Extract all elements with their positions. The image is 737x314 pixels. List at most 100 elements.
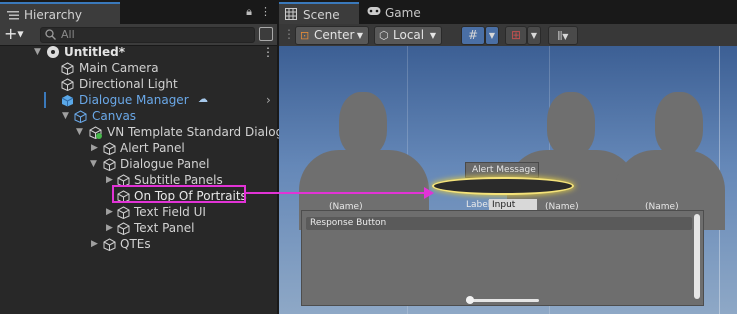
gameobject-cube-icon bbox=[117, 206, 130, 220]
tree-item-dialogue-panel[interactable]: ▼ Dialogue Panel bbox=[0, 156, 277, 172]
horizontal-slider[interactable] bbox=[466, 299, 539, 302]
chevron-down-icon: ▼ bbox=[17, 29, 24, 39]
pivot-local-dropdown[interactable]: ⬡ Local ▼ bbox=[374, 26, 442, 45]
expand-arrow-icon[interactable]: ▼ bbox=[90, 156, 97, 172]
local-cube-icon: ⬡ bbox=[379, 29, 389, 42]
annotation-highlight-box bbox=[112, 185, 246, 203]
tree-item-text-field-ui[interactable]: ▶ Text Field UI bbox=[0, 204, 277, 220]
unity-scene-icon bbox=[46, 45, 59, 58]
slider-handle[interactable] bbox=[466, 296, 474, 304]
more-options-icon[interactable]: ⋮ bbox=[262, 44, 274, 60]
gameobject-cube-icon bbox=[61, 62, 74, 76]
pivot-label: Center bbox=[314, 28, 355, 42]
tree-item-label: Dialogue Manager bbox=[79, 93, 189, 107]
tab-label: Game bbox=[385, 6, 421, 20]
chevron-down-icon: ▼ bbox=[488, 31, 496, 40]
input-label: Label bbox=[466, 200, 491, 210]
drag-handle-icon: ⋮ bbox=[283, 27, 295, 41]
tree-item-label: Text Panel bbox=[134, 221, 195, 235]
pivot-icon: ⊡ bbox=[300, 29, 310, 42]
tree-item-label: Main Camera bbox=[79, 61, 159, 75]
annotation-arrow-line bbox=[246, 192, 426, 194]
gameobject-cube-icon bbox=[74, 110, 87, 124]
chevron-down-icon: ▼ bbox=[429, 31, 436, 40]
space-label: Local bbox=[393, 28, 425, 42]
grid-snap-dropdown[interactable]: ▼ bbox=[485, 26, 499, 45]
tab-game[interactable]: Game bbox=[361, 2, 431, 24]
tree-item-vn-template[interactable]: ▼ VN Template Standard Dialogue bbox=[0, 124, 298, 140]
response-button[interactable]: Response Button bbox=[306, 217, 692, 230]
expand-arrow-icon[interactable]: ▼ bbox=[34, 44, 41, 60]
tree-item-qtes[interactable]: ▶ QTEs bbox=[0, 236, 277, 252]
chevron-down-icon: ▼ bbox=[356, 31, 363, 40]
collapse-arrow-icon[interactable]: ▶ bbox=[91, 140, 98, 156]
collapse-arrow-icon[interactable]: ▶ bbox=[91, 236, 98, 252]
tree-item-main-camera[interactable]: Main Camera bbox=[0, 60, 277, 76]
scene-toolbar: ⋮ ⊡ Center ▼ ⬡ Local ▼ # ▼ ⊞ ▼ ⫼▼ bbox=[279, 24, 737, 46]
increment-snap-dropdown[interactable]: ▼ bbox=[527, 26, 541, 45]
tab-label: Hierarchy bbox=[24, 8, 83, 22]
vertical-scrollbar[interactable] bbox=[694, 214, 700, 299]
collapse-arrow-icon[interactable]: ▶ bbox=[106, 220, 113, 236]
tree-item-label: Dialogue Panel bbox=[120, 157, 210, 171]
hierarchy-panel: Hierarchy 🔒︎ ⋮ +▼ All ▼ Untitled* ⋮ Main… bbox=[0, 0, 298, 314]
chevron-right-icon[interactable]: › bbox=[266, 92, 271, 108]
search-icon bbox=[45, 29, 56, 44]
pivot-center-dropdown[interactable]: ⊡ Center ▼ bbox=[295, 26, 369, 45]
tab-scene[interactable]: Scene bbox=[279, 2, 359, 24]
prefab-cube-icon bbox=[61, 94, 74, 107]
tab-controls: 🔒︎ ⋮ bbox=[246, 5, 271, 19]
list-icon bbox=[7, 9, 19, 23]
alert-message-box[interactable]: Alert Message bbox=[465, 162, 539, 178]
more-options-icon[interactable]: ⋮ bbox=[260, 5, 271, 19]
hierarchy-tabbar: Hierarchy 🔒︎ ⋮ bbox=[0, 0, 277, 24]
tree-item-label: Canvas bbox=[92, 109, 137, 123]
increment-snap-button[interactable]: ⊞ bbox=[505, 26, 527, 45]
gamepad-icon bbox=[367, 6, 381, 19]
search-placeholder: All bbox=[61, 28, 75, 41]
scene-visibility-icon[interactable] bbox=[259, 27, 273, 41]
grid-visibility-button[interactable]: ⫼▼ bbox=[548, 26, 578, 45]
scene-viewport[interactable]: (Name) (Name) (Name) Alert Message Label… bbox=[279, 46, 737, 314]
tree-item-label: Alert Panel bbox=[120, 141, 185, 155]
tree-item-label: Text Field UI bbox=[134, 205, 206, 219]
prefab-variant-icon bbox=[89, 126, 102, 140]
tab-hierarchy[interactable]: Hierarchy bbox=[0, 2, 120, 24]
grid-snap-icon: # bbox=[467, 28, 479, 42]
tree-item-directional-light[interactable]: Directional Light bbox=[0, 76, 277, 92]
lock-icon[interactable]: 🔒︎ bbox=[246, 5, 252, 19]
tree-item-untitled[interactable]: ▼ Untitled* ⋮ bbox=[0, 44, 277, 60]
tree-item-text-panel[interactable]: ▶ Text Panel bbox=[0, 220, 277, 236]
chevron-down-icon: ▼ bbox=[562, 32, 569, 41]
add-button[interactable]: +▼ bbox=[4, 26, 36, 44]
expand-arrow-icon[interactable]: ▼ bbox=[62, 108, 69, 124]
tree-item-label: Untitled* bbox=[64, 45, 125, 59]
gameobject-cube-icon bbox=[103, 158, 116, 172]
chevron-down-icon: ▼ bbox=[530, 31, 538, 40]
plus-icon: + bbox=[4, 24, 18, 43]
cloud-icon: ☁ bbox=[198, 94, 208, 105]
scene-panel: Scene Game ⋮ ⊡ Center ▼ ⬡ Local ▼ # ▼ ⊞ bbox=[279, 0, 737, 314]
gameobject-cube-icon bbox=[103, 238, 116, 252]
hierarchy-toolbar: +▼ All bbox=[0, 24, 277, 46]
response-panel: Response Button bbox=[301, 210, 704, 306]
search-input[interactable]: All bbox=[40, 27, 255, 43]
tree-item-dialogue-manager[interactable]: Dialogue Manager ☁ › bbox=[0, 92, 277, 108]
expand-arrow-icon[interactable]: ▼ bbox=[76, 124, 83, 140]
grid-snap-button[interactable]: # bbox=[461, 26, 485, 45]
tree-item-canvas[interactable]: ▼ Canvas bbox=[0, 108, 277, 124]
tab-label: Scene bbox=[303, 8, 340, 22]
gameobject-cube-icon bbox=[117, 222, 130, 236]
tree-item-label: VN Template Standard Dialogue bbox=[107, 125, 299, 139]
annotation-arrow-head bbox=[424, 187, 434, 199]
gameobject-cube-icon bbox=[61, 78, 74, 92]
on-top-of-portraits-highlight[interactable] bbox=[434, 179, 572, 193]
scene-tabbar: Scene Game bbox=[279, 0, 737, 24]
increment-snap-icon: ⊞ bbox=[510, 28, 522, 42]
collapse-arrow-icon[interactable]: ▶ bbox=[106, 204, 113, 220]
scene-grid-icon bbox=[285, 8, 297, 23]
gameobject-cube-icon bbox=[103, 142, 116, 156]
tree-item-label: Directional Light bbox=[79, 77, 178, 91]
tree-item-alert-panel[interactable]: ▶ Alert Panel bbox=[0, 140, 277, 156]
tree-item-label: QTEs bbox=[120, 237, 151, 251]
